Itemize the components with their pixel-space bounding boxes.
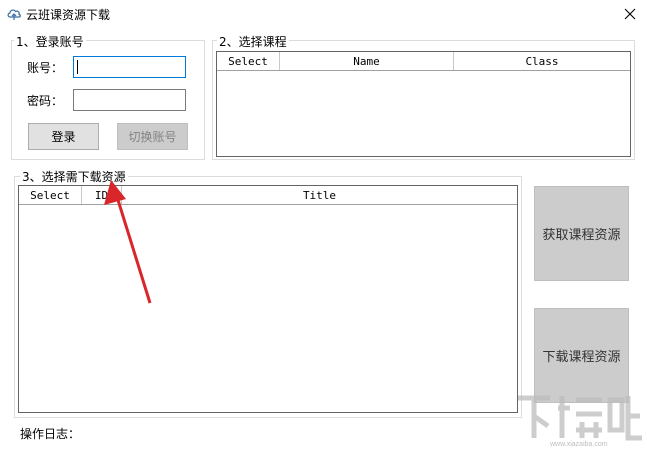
account-label: 账号： <box>27 61 64 75</box>
course-col-class[interactable]: Class <box>454 52 630 70</box>
resource-col-title[interactable]: Title <box>122 186 517 204</box>
resource-group-legend: 3、选择需下载资源 <box>20 168 128 185</box>
watermark-domain: www.xiazaiba.com <box>549 441 608 448</box>
course-group-legend: 2、选择课程 <box>217 33 289 50</box>
close-icon <box>624 8 636 20</box>
password-label: 密码： <box>27 94 64 108</box>
course-grid-header: Select Name Class <box>217 52 630 71</box>
window-title: 云班课资源下载 <box>26 8 111 22</box>
resource-col-id[interactable]: ID <box>82 186 122 204</box>
text-caret <box>77 60 78 74</box>
account-input[interactable] <box>73 56 186 78</box>
cloud-upload-icon <box>6 6 22 22</box>
password-input[interactable] <box>73 89 186 111</box>
course-grid[interactable]: Select Name Class <box>216 51 631 157</box>
log-label: 操作日志： <box>20 427 81 441</box>
close-button[interactable] <box>613 0 647 28</box>
login-button[interactable]: 登录 <box>28 123 99 150</box>
course-col-select[interactable]: Select <box>217 52 280 70</box>
switch-account-button[interactable]: 切换账号 <box>117 123 188 150</box>
resource-col-select[interactable]: Select <box>19 186 82 204</box>
course-col-name[interactable]: Name <box>280 52 454 70</box>
login-group-legend: 1、登录账号 <box>14 33 86 50</box>
fetch-resources-button[interactable]: 获取课程资源 <box>534 186 629 281</box>
app-window: 云班课资源下载 1、登录账号 账号： 密码： 登录 切换账号 2、选择课程 Se… <box>0 0 647 450</box>
resource-grid[interactable]: Select ID Title <box>18 185 518 413</box>
title-bar[interactable]: 云班课资源下载 <box>0 0 647 28</box>
resource-grid-header: Select ID Title <box>19 186 517 205</box>
watermark-logo: www.xiazaiba.com <box>518 395 642 448</box>
